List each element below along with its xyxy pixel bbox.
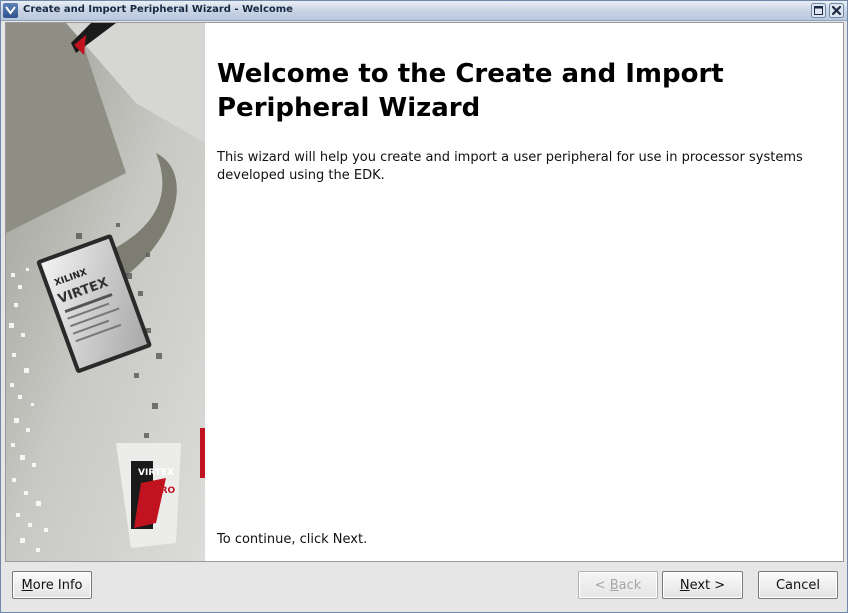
- wizard-side-image: XILINX VIRTEX VIRTEX PRO: [6, 23, 205, 561]
- maximize-icon[interactable]: [811, 3, 826, 18]
- more-info-label: ore Info: [32, 577, 83, 593]
- back-prefix: <: [594, 577, 610, 593]
- window-menu-icon[interactable]: [3, 3, 18, 18]
- title-bar[interactable]: Create and Import Peripheral Wizard - We…: [1, 1, 847, 21]
- next-label: ext >: [689, 577, 726, 593]
- back-mnemonic: B: [609, 577, 619, 593]
- wizard-description: This wizard will help you create and imp…: [217, 150, 803, 183]
- wizard-window: Create and Import Peripheral Wizard - We…: [0, 0, 848, 613]
- more-info-mnemonic: M: [21, 577, 33, 593]
- close-icon[interactable]: [829, 3, 844, 18]
- virtex-pro-illustration: XILINX VIRTEX VIRTEX PRO: [6, 23, 205, 561]
- pro-logo-text: PRO: [154, 486, 176, 496]
- cancel-label: Cancel: [775, 577, 821, 593]
- back-label: ack: [618, 577, 642, 593]
- page-title: Welcome to the Create and Import Periphe…: [217, 59, 724, 123]
- next-mnemonic: N: [679, 577, 690, 593]
- virtex-logo-text: VIRTEX: [138, 468, 174, 478]
- back-button[interactable]: < Back: [578, 571, 658, 599]
- continue-instruction: To continue, click Next.: [217, 532, 368, 547]
- window-title: Create and Import Peripheral Wizard - We…: [23, 4, 293, 15]
- next-button[interactable]: Next >: [662, 571, 743, 599]
- more-info-button[interactable]: More Info: [12, 571, 92, 599]
- cancel-button[interactable]: Cancel: [758, 571, 838, 599]
- wizard-content-panel: XILINX VIRTEX VIRTEX PRO Welcome to the …: [5, 22, 844, 562]
